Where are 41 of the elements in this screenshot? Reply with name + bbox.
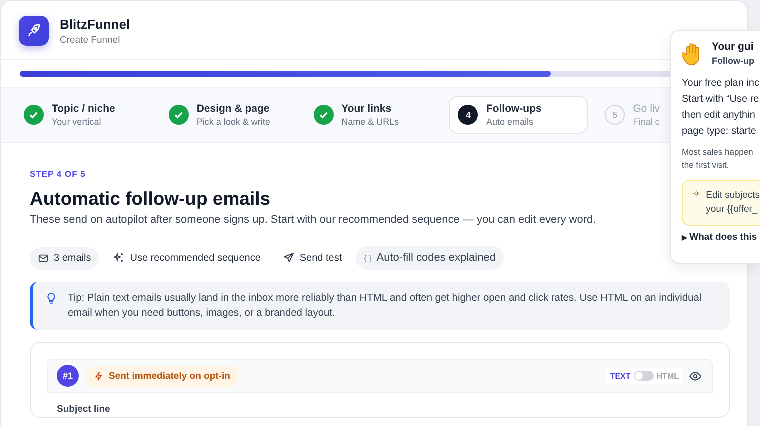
step-title: Follow-ups [486,103,542,115]
text-format-label: TEXT [610,372,631,380]
guide-text-line: Your free plan inc [682,77,760,91]
step-subtitle: Name & URLs [342,117,400,127]
guide-text-line: then edit anythin [682,109,756,123]
page-description: These send on autopilot after someone signs up. Start with our recommended sequence — you can edit every word. [30,214,596,226]
guide-text-line: Start with “Use re [682,93,760,107]
wizard-step[interactable]: 4 Follow-ups Auto emails [449,96,588,134]
timing-tag: Sent immediately on opt-in [85,366,240,386]
guide-subtitle: Follow-up [712,56,754,66]
email-count-chip: 3 emails [30,246,100,270]
step-title: Go liv [633,103,660,115]
hint-text-line: Edit subjects [706,189,760,203]
step-title: Your links [342,103,393,115]
step-number: 5 [605,105,626,125]
page-subtitle: Create Funnel [60,34,122,46]
step-subtitle: Your vertical [52,117,102,127]
step-subtitle: Final c [633,117,660,127]
hint-text-line: your {{offer_ [706,203,759,217]
step-number: 4 [458,105,478,125]
subject-line-label: Subject line [57,404,110,415]
step-title: Design & page [196,103,270,115]
wizard-step[interactable]: Design & page Pick a look & write [160,96,297,134]
html-format-label: HTML [656,372,679,380]
email-number-badge: #1 [57,365,79,387]
app-name: BlitzFunnel [60,16,130,32]
guide-title: Your gui [712,41,754,53]
page-heading: Automatic follow-up emails [30,188,271,210]
tip-text: Tip: Plain text emails usually land in the inbox more reliably than HTML and often get higher open and click rates. Use HTML on an individual email when you need buttons, images, or a branded layout. [68,292,703,321]
step-title: Topic / niche [52,103,116,115]
step-counter: STEP 4 OF 5 [30,169,86,179]
send-test-button[interactable]: Send test [274,246,350,270]
wizard-step[interactable]: Topic / niche Your vertical [15,96,152,134]
guide-note-line: the first visit. [682,159,730,172]
guide-note-line: Most sales happen [682,146,754,159]
guide-text-line: page type: starte [682,125,758,139]
use-recommended-button[interactable]: Use recommended sequence [105,246,269,270]
step-subtitle: Auto emails [486,117,534,127]
step-subtitle: Pick a look & write [196,117,270,127]
auto-fill-codes-button[interactable]: { } Auto-fill codes explained [356,246,504,270]
wizard-step[interactable]: Your links Name & URLs [304,96,442,134]
